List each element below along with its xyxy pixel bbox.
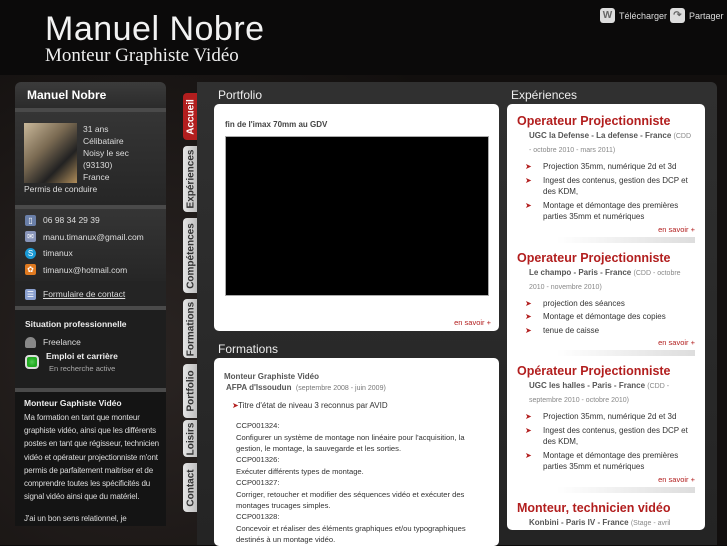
formation-bullet: Titre d'état de niveau 3 reconnus par AV… (224, 400, 493, 412)
profile-block: 31 ans Célibataire Noisy le sec (93130) … (15, 112, 166, 205)
tab-contact[interactable]: Contact (183, 463, 198, 512)
share-icon: ↷ (670, 8, 685, 23)
situation-title: Situation professionnelle (25, 319, 127, 329)
sidebar-name: Manuel Nobre (15, 82, 166, 108)
divider (557, 350, 695, 356)
job-entry: Operateur Projectionniste Le champo - Pa… (517, 250, 695, 356)
job-place: Konbini - Paris IV - France (Stage - avr… (529, 517, 671, 527)
phone-icon: ▯ (25, 214, 36, 226)
job-place: UGC les halles - Paris - France (CDD - s… (529, 381, 670, 404)
job-bullet: Projection 35mm, numérique 2d et 3d (517, 161, 695, 173)
job-bullet: Ingest des contenus, gestion des DCP et … (517, 425, 695, 448)
ccp-desc: Corriger, retoucher et modifier des séqu… (236, 489, 465, 511)
formation-details: CCP001324: Configurer un système de mont… (224, 420, 493, 545)
profile-text-2: J'ai un bon sens relationnel, je (24, 514, 127, 524)
contact-skype[interactable]: Stimanux (25, 245, 156, 262)
job-title: Operateur Projectionniste (517, 250, 671, 265)
download-label: Télécharger (619, 10, 668, 21)
ccp-code: CCP001324: (236, 421, 280, 431)
job-bullet: tenue de caisse (517, 325, 695, 337)
site-title: Manuel Nobre (45, 10, 265, 48)
site-subtitle: Monteur Graphiste Vidéo (45, 45, 239, 66)
job-place: UGC la Defense - La defense - France (CD… (529, 131, 691, 154)
formations-card: Monteur Graphiste Vidéo AFPA d'Issoudun … (214, 358, 499, 546)
ccp-desc: Configurer un système de montage non lin… (236, 432, 465, 454)
job-title: Monteur, technicien vidéo (517, 500, 671, 515)
tab-formations[interactable]: Formations (183, 299, 198, 358)
skype-icon: S (25, 247, 36, 259)
job-bullet: Montage et démontage des premières parti… (517, 200, 695, 223)
contact-form-link[interactable]: Formulaire de contact (43, 289, 125, 299)
experiences-card: Operateur Projectionniste UGC la Defense… (507, 104, 705, 530)
job-more-link[interactable]: en savoir + (517, 475, 695, 485)
contact-form-row: ☰ Formulaire de contact (15, 281, 166, 306)
license: Permis de conduire (24, 184, 98, 194)
msn-icon: ✿ (25, 264, 36, 276)
job-title: Opérateur Projectionniste (517, 364, 671, 378)
msn-text: timanux@hotmail.com (43, 264, 128, 275)
person-icon (25, 336, 36, 348)
job-entry: Opérateur Projectionniste UGC les halles… (517, 364, 695, 493)
portfolio-title: Portfolio (218, 88, 263, 102)
emploi-status: En recherche active (49, 364, 116, 373)
tab-competences[interactable]: Compétences (183, 218, 198, 293)
tab-accueil[interactable]: Accueil (183, 93, 198, 140)
share-label: Partager (689, 10, 724, 21)
ccp-code: CCP001327: (236, 478, 280, 488)
tab-loisirs[interactable]: Loisirs (183, 420, 198, 457)
situation-block: Situation professionnelle Freelance Empl… (15, 310, 166, 388)
contact-phone: ▯ 06 98 34 29 39 (25, 212, 156, 229)
ccp-desc: Concevoir et réaliser des éléments graph… (236, 523, 466, 545)
job-entry: Monteur, technicien vidéo Konbini - Pari… (517, 501, 695, 530)
tab-portfolio[interactable]: Portfolio (183, 364, 198, 418)
job-entry: Operateur Projectionniste UGC la Defense… (517, 114, 695, 243)
job-bullet: Montage et démontage des premières parti… (517, 450, 695, 473)
school: AFPA d'Issoudun (226, 383, 292, 393)
profile-title: Monteur Gaphiste Vidéo (24, 398, 122, 408)
mail-icon: ✉ (25, 231, 36, 243)
job-more-link[interactable]: en savoir + (517, 225, 695, 235)
word-icon: W (600, 8, 615, 23)
dates: (septembre 2008 - juin 2009) (295, 385, 386, 393)
profile-summary: Monteur Gaphiste Vidéo Ma formation en t… (15, 392, 166, 526)
portfolio-card: fin de l'imax 70mm au GDV en savoir + (214, 104, 499, 331)
ccp-desc: Exécuter différents types de montage. (236, 466, 364, 476)
contact-email[interactable]: ✉ manu.timanux@gmail.com (25, 229, 156, 246)
portfolio-more-link[interactable]: en savoir + (454, 318, 491, 328)
phone-text: 06 98 34 29 39 (43, 215, 100, 226)
email-text: manu.timanux@gmail.com (43, 231, 144, 242)
share-button[interactable]: ↷ Partager (670, 8, 724, 23)
profile-photo (24, 123, 77, 183)
sidebar: Manuel Nobre 31 ans Célibataire Noisy le… (15, 82, 166, 526)
form-icon: ☰ (25, 288, 36, 300)
formations-title: Formations (218, 342, 279, 356)
divider (557, 486, 695, 493)
profile-text: Ma formation en tant que monteur graphis… (24, 413, 159, 502)
skype-text: timanux (43, 248, 73, 259)
job-more-link[interactable]: en savoir + (517, 338, 695, 348)
job-bullet: Projection 35mm, numérique 2d et 3d (517, 411, 695, 423)
tab-experiences[interactable]: Expériences (183, 146, 198, 212)
video-title: fin de l'imax 70mm au GDV (225, 120, 328, 129)
download-button[interactable]: W Télécharger (600, 8, 667, 23)
contact-msn[interactable]: ✿ timanux@hotmail.com (25, 262, 156, 279)
experiences-title: Expériences (511, 88, 578, 102)
job-place: Le champo - Paris - France (CDD - octobr… (529, 267, 681, 291)
job-bullet: Montage et démontage des copies (517, 311, 695, 323)
job-title: Operateur Projectionniste (517, 114, 671, 128)
freelance-text: Freelance (43, 337, 81, 347)
status-green-icon (25, 355, 39, 369)
ccp-code: CCP001328: (236, 512, 280, 522)
degree: Monteur Graphiste Vidéo (224, 372, 319, 381)
divider (557, 236, 695, 243)
video-player[interactable] (225, 136, 489, 296)
job-bullet: projection des séances (517, 298, 695, 310)
emploi-title: Emploi et carrière (46, 351, 118, 361)
ccp-code: CCP001326: (236, 455, 280, 465)
job-bullet: Ingest des contenus, gestion des DCP et … (517, 175, 695, 198)
contacts-block: ▯ 06 98 34 29 39 ✉ manu.timanux@gmail.com … (15, 209, 166, 281)
